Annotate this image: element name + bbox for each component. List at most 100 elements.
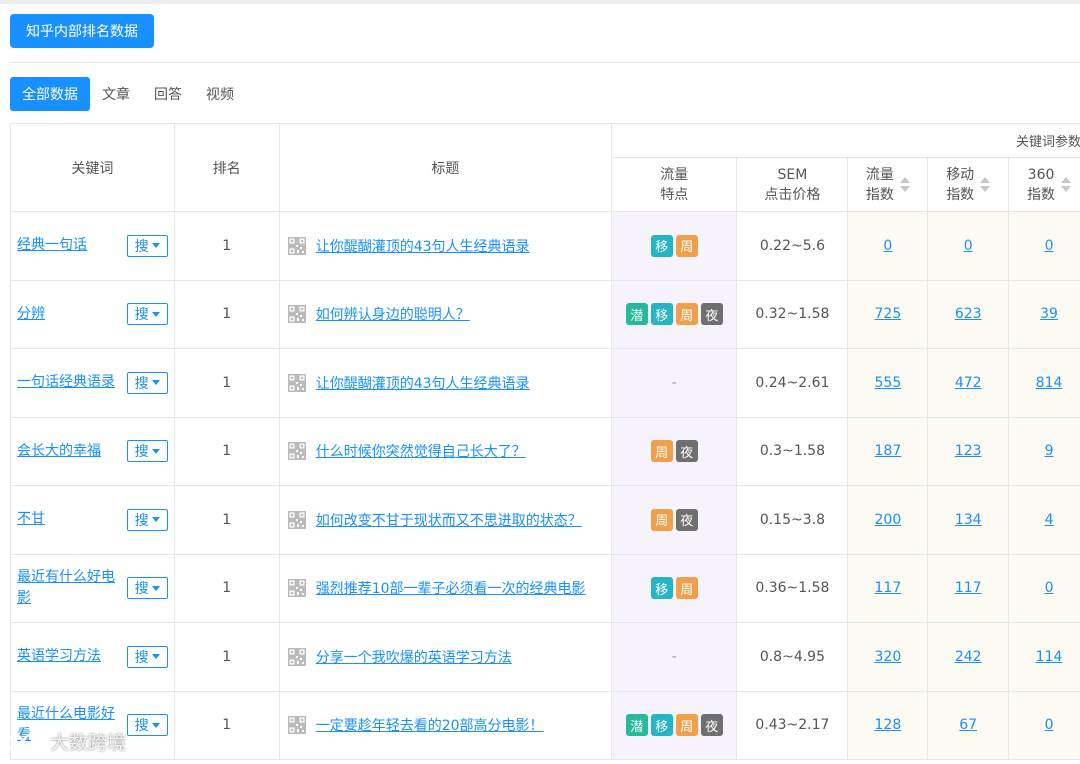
traffic-cell: 周夜 bbox=[611, 485, 738, 555]
col-title: 标题 bbox=[278, 123, 613, 212]
caret-down-icon bbox=[151, 243, 160, 249]
keyword-link[interactable]: 一句话经典语录 bbox=[17, 372, 123, 393]
keyword-cell: 经典一句话搜 bbox=[10, 211, 175, 281]
tab-videos[interactable]: 视频 bbox=[194, 77, 246, 111]
flow-index-link[interactable]: 187 bbox=[875, 443, 902, 459]
keyword-link[interactable]: 经典一句话 bbox=[17, 235, 123, 256]
keyword-cell: 英语学习方法搜 bbox=[10, 622, 175, 692]
sort-icon[interactable] bbox=[899, 177, 910, 192]
tab-all-data[interactable]: 全部数据 bbox=[10, 77, 90, 111]
mobile-index-link[interactable]: 67 bbox=[959, 717, 977, 733]
flow-index-cell: 200 bbox=[847, 485, 929, 555]
traffic-badges: 移周 bbox=[612, 234, 736, 257]
tab-answers[interactable]: 回答 bbox=[142, 77, 194, 111]
mobile-index-cell: 623 bbox=[927, 279, 1010, 349]
search-dropdown-button[interactable]: 搜 bbox=[126, 440, 168, 463]
mobile-index-link[interactable]: 0 bbox=[964, 238, 973, 254]
flow-index-cell: 0 bbox=[847, 211, 929, 281]
360-index-cell: 114 bbox=[1008, 622, 1080, 692]
qr-code-icon[interactable] bbox=[287, 647, 306, 666]
title-link[interactable]: 什么时候你突然觉得自己长大了？ bbox=[316, 444, 526, 460]
title-link[interactable]: 如何辨认身边的聪明人？ bbox=[316, 307, 470, 323]
traffic-badge: 周 bbox=[675, 303, 698, 326]
title-link[interactable]: 让你醍醐灌顶的43句人生经典语录 bbox=[316, 239, 530, 255]
tab-articles[interactable]: 文章 bbox=[90, 77, 142, 111]
flow-index-link[interactable]: 117 bbox=[875, 580, 902, 596]
flow-index-link[interactable]: 555 bbox=[875, 375, 902, 391]
qr-code-icon[interactable] bbox=[287, 373, 306, 392]
col-traffic-features: 流量 特点 bbox=[611, 157, 738, 212]
search-dropdown-button[interactable]: 搜 bbox=[126, 577, 168, 600]
col-flow-index[interactable]: 流量 指数 bbox=[847, 157, 929, 212]
search-dropdown-label: 搜 bbox=[134, 512, 149, 529]
search-dropdown-button[interactable]: 搜 bbox=[126, 645, 168, 668]
flow-index-cell: 117 bbox=[847, 553, 929, 623]
title-cell: 什么时候你突然觉得自己长大了？ bbox=[278, 416, 613, 486]
title-link[interactable]: 让你醍醐灌顶的43句人生经典语录 bbox=[316, 376, 530, 392]
title-link[interactable]: 一定要趁年轻去看的20部高分电影！ bbox=[316, 718, 544, 734]
360-index-link[interactable]: 39 bbox=[1040, 306, 1058, 322]
top-bar bbox=[0, 0, 1080, 4]
traffic-cell: 潜移周夜 bbox=[611, 279, 738, 349]
search-dropdown-button[interactable]: 搜 bbox=[126, 303, 168, 326]
col-rank: 排名 bbox=[173, 123, 280, 212]
sort-icon[interactable] bbox=[980, 177, 991, 192]
360-index-link[interactable]: 0 bbox=[1045, 580, 1054, 596]
search-dropdown-button[interactable]: 搜 bbox=[126, 234, 168, 257]
rank-cell: 1 bbox=[173, 553, 280, 623]
traffic-badge: 夜 bbox=[675, 508, 698, 531]
caret-down-icon bbox=[151, 448, 160, 454]
mobile-index-link[interactable]: 134 bbox=[955, 512, 982, 528]
title-link[interactable]: 如何改变不甘于现状而又不思进取的状态？ bbox=[316, 513, 582, 529]
keyword-link[interactable]: 分辨 bbox=[17, 304, 123, 325]
caret-down-icon bbox=[151, 585, 160, 591]
title-link[interactable]: 强烈推荐10部一辈子必须看一次的经典电影 bbox=[316, 581, 586, 597]
360-index-cell: 814 bbox=[1008, 348, 1080, 418]
mobile-index-link[interactable]: 623 bbox=[955, 306, 982, 322]
search-dropdown-button[interactable]: 搜 bbox=[126, 508, 168, 531]
keyword-link[interactable]: 不甘 bbox=[17, 509, 123, 530]
flow-index-link[interactable]: 200 bbox=[875, 512, 902, 528]
col-mobile-index[interactable]: 移动 指数 bbox=[927, 157, 1010, 212]
mobile-index-link[interactable]: 472 bbox=[955, 375, 982, 391]
keyword-link[interactable]: 最近有什么好电影 bbox=[17, 567, 123, 609]
col-360-line1: 360 bbox=[1027, 166, 1055, 183]
qr-code-icon[interactable] bbox=[287, 716, 306, 735]
qr-code-icon[interactable] bbox=[287, 236, 306, 255]
search-dropdown-button[interactable]: 搜 bbox=[126, 371, 168, 394]
sem-price-cell: 0.8~4.95 bbox=[736, 622, 849, 692]
col-sem-line2: 点击价格 bbox=[764, 186, 821, 203]
360-index-link[interactable]: 814 bbox=[1036, 375, 1063, 391]
qr-code-icon[interactable] bbox=[287, 305, 306, 324]
360-index-link[interactable]: 9 bbox=[1045, 443, 1054, 459]
search-dropdown-label: 搜 bbox=[134, 238, 149, 255]
keyword-link[interactable]: 英语学习方法 bbox=[17, 646, 123, 667]
mobile-index-link[interactable]: 123 bbox=[955, 443, 982, 459]
qr-code-icon[interactable] bbox=[287, 579, 306, 598]
col-flow-line1: 流量 bbox=[865, 166, 894, 183]
traffic-badges: 周夜 bbox=[612, 508, 736, 531]
zhihu-ranking-button[interactable]: 知乎内部排名数据 bbox=[10, 14, 154, 48]
keyword-link[interactable]: 会长大的幸福 bbox=[17, 441, 123, 462]
sem-price-cell: 0.22~5.6 bbox=[736, 211, 849, 281]
qr-code-icon[interactable] bbox=[287, 442, 306, 461]
360-index-link[interactable]: 0 bbox=[1045, 717, 1054, 733]
flow-index-link[interactable]: 128 bbox=[875, 717, 902, 733]
flow-index-link[interactable]: 725 bbox=[875, 306, 902, 322]
title-link[interactable]: 分享一个我吹爆的英语学习方法 bbox=[316, 650, 512, 666]
traffic-badge: 周 bbox=[675, 234, 698, 257]
360-index-link[interactable]: 0 bbox=[1045, 238, 1054, 254]
flow-index-link[interactable]: 0 bbox=[883, 238, 892, 254]
traffic-badges: 潜移周夜 bbox=[612, 303, 736, 326]
flow-index-link[interactable]: 320 bbox=[875, 649, 902, 665]
sort-icon[interactable] bbox=[1061, 177, 1072, 192]
mobile-index-link[interactable]: 117 bbox=[955, 580, 982, 596]
qr-code-icon[interactable] bbox=[287, 510, 306, 529]
traffic-cell: 移周 bbox=[611, 553, 738, 623]
360-index-link[interactable]: 114 bbox=[1036, 649, 1063, 665]
col-360-index[interactable]: 360 指数 bbox=[1008, 157, 1080, 212]
traffic-badge: 潜 bbox=[625, 714, 648, 737]
search-dropdown-button[interactable]: 搜 bbox=[126, 714, 168, 737]
mobile-index-link[interactable]: 242 bbox=[955, 649, 982, 665]
360-index-link[interactable]: 4 bbox=[1045, 512, 1054, 528]
